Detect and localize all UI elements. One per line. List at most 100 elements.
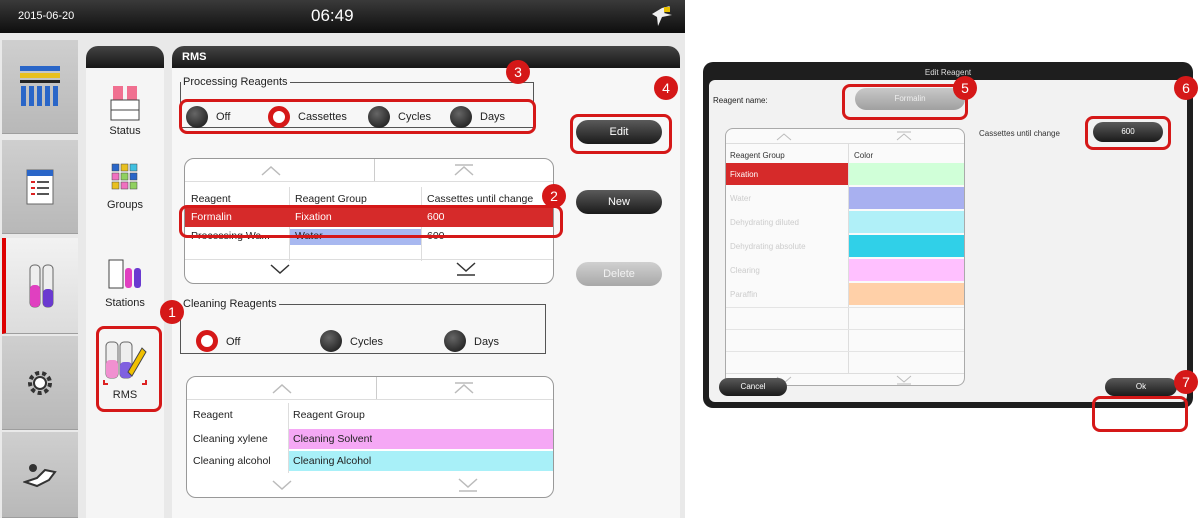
group-color-swatch <box>849 163 964 185</box>
list-item[interactable]: Clearing <box>726 259 964 281</box>
maintenance-icon <box>23 463 57 487</box>
header-reagent: Reagent <box>193 409 233 421</box>
dialog-title: Edit Reagent <box>924 68 972 77</box>
row-group: Cleaning Solvent <box>293 433 373 445</box>
subnav-stations-label: Stations <box>105 297 145 309</box>
cleaning-cycles-radio[interactable] <box>320 330 342 352</box>
group-color-swatch <box>849 235 964 257</box>
list-item[interactable]: Water <box>726 187 964 209</box>
table-row[interactable]: Cleaning alcohol Cleaning Alcohol <box>187 451 553 471</box>
subnav-stations[interactable]: Stations <box>86 254 164 309</box>
cassettes-until-change-label: Cassettes until change <box>979 129 1060 138</box>
nav-reagents[interactable] <box>2 238 78 334</box>
cleaning-days-radio[interactable] <box>444 330 466 352</box>
highlight-radio-group <box>179 99 536 134</box>
header-reagent-group: Reagent Group <box>293 409 365 421</box>
list-item[interactable]: Dehydrating diluted <box>726 211 964 233</box>
group-color-swatch <box>849 259 964 281</box>
subnav-header <box>86 46 164 68</box>
cleaning-off-label: Off <box>226 336 241 348</box>
scroll-top-icon[interactable] <box>453 163 475 177</box>
highlight-reagent-name <box>842 84 968 120</box>
cleaning-reagents-table: Reagent Reagent Group Cleaning xylene Cl… <box>186 376 554 498</box>
nav-programs[interactable] <box>2 40 78 134</box>
list-item[interactable]: Dehydrating absolute <box>726 235 964 257</box>
reagent-bottles-icon <box>29 264 54 307</box>
group-name: Paraffin <box>730 290 758 299</box>
row-reagent: Cleaning alcohol <box>193 455 271 467</box>
cleaning-reagents-legend: Cleaning Reagents <box>183 298 277 310</box>
scroll-up-icon[interactable] <box>260 165 282 177</box>
list-item[interactable]: Fixation <box>726 163 964 185</box>
gear-icon <box>28 370 52 395</box>
ok-button-label: Ok <box>1135 382 1147 391</box>
subnav-status[interactable]: Status <box>86 80 164 137</box>
highlight-edit-button <box>570 114 672 154</box>
nav-logs[interactable] <box>2 140 78 234</box>
subnav-groups[interactable]: Groups <box>86 162 164 211</box>
group-color-swatch <box>849 187 964 209</box>
table-row[interactable]: Cleaning xylene Cleaning Solvent <box>187 429 553 449</box>
processing-reagents-legend: Processing Reagents <box>183 76 288 88</box>
cleaning-cycles-label: Cycles <box>350 336 384 348</box>
scroll-down-icon[interactable] <box>271 479 293 491</box>
row-reagent: Cleaning xylene <box>193 433 268 445</box>
nav-settings[interactable] <box>2 336 78 430</box>
header-reagent-group: Reagent Group <box>730 151 785 160</box>
step-badge-1: 1 <box>160 300 184 324</box>
stations-icon <box>108 259 141 289</box>
scroll-down-icon[interactable] <box>269 263 291 275</box>
cleaning-days-label: Days <box>474 336 500 348</box>
rms-panel-title: RMS <box>172 46 680 68</box>
scroll-top-icon[interactable] <box>453 381 475 395</box>
group-name: Clearing <box>730 266 760 275</box>
delete-button[interactable]: Delete <box>576 262 662 286</box>
main-screen: 2015-06-20 06:49 Status Groups Stations … <box>0 0 685 518</box>
step-badge-2: 2 <box>542 184 566 208</box>
highlight-selected-row <box>179 205 563 238</box>
cancel-button[interactable]: Cancel <box>719 378 787 396</box>
ok-button[interactable]: Ok <box>1105 378 1177 396</box>
highlight-ok-button <box>1092 396 1188 432</box>
nav-maintenance[interactable] <box>2 432 78 518</box>
groups-icon <box>111 163 138 190</box>
scroll-bottom-icon[interactable] <box>896 375 912 385</box>
list-item[interactable]: Paraffin <box>726 283 964 305</box>
cancel-button-label: Cancel <box>740 382 766 391</box>
step-badge-7: 7 <box>1174 370 1198 394</box>
step-badge-5: 5 <box>953 76 977 100</box>
new-button[interactable]: New <box>576 190 662 214</box>
time-label: 06:49 <box>311 6 354 25</box>
reagent-subnav: Status Groups Stations RMS <box>86 46 164 518</box>
step-badge-6: 6 <box>1174 76 1198 100</box>
report-icon <box>26 169 54 204</box>
cleaning-off-radio[interactable] <box>196 330 218 352</box>
group-color-swatch <box>849 211 964 233</box>
group-name: Water <box>730 194 752 203</box>
group-name: Fixation <box>730 170 759 179</box>
row-group: Cleaning Alcohol <box>293 455 372 467</box>
reagent-name-label: Reagent name: <box>713 96 768 105</box>
reagent-group-table: Reagent Group Color Fixation Water Dehyd… <box>725 128 965 386</box>
step-badge-3: 3 <box>506 60 530 84</box>
group-name: Dehydrating diluted <box>730 218 799 227</box>
scroll-top-icon[interactable] <box>896 131 912 141</box>
group-color-swatch <box>849 283 964 305</box>
subnav-groups-label: Groups <box>106 199 144 211</box>
scroll-bottom-icon[interactable] <box>457 477 479 493</box>
date-label: 2015-06-20 <box>18 10 75 22</box>
header-color: Color <box>854 151 874 160</box>
group-name: Dehydrating absolute <box>730 242 806 251</box>
header-reagent: Reagent <box>191 193 231 205</box>
programs-icon <box>20 65 60 106</box>
highlight-rms-icon <box>96 326 162 412</box>
scroll-up-icon[interactable] <box>271 383 293 395</box>
header-cassettes-until-change: Cassettes until change <box>427 193 534 205</box>
scroll-bottom-icon[interactable] <box>455 261 477 277</box>
subnav-status-label: Status <box>109 125 141 137</box>
leica-logo-icon <box>652 6 672 26</box>
scroll-up-icon[interactable] <box>776 133 792 141</box>
header-reagent-group: Reagent Group <box>295 193 367 205</box>
highlight-cassettes-value <box>1085 116 1171 150</box>
top-bar: 2015-06-20 06:49 <box>0 0 685 33</box>
